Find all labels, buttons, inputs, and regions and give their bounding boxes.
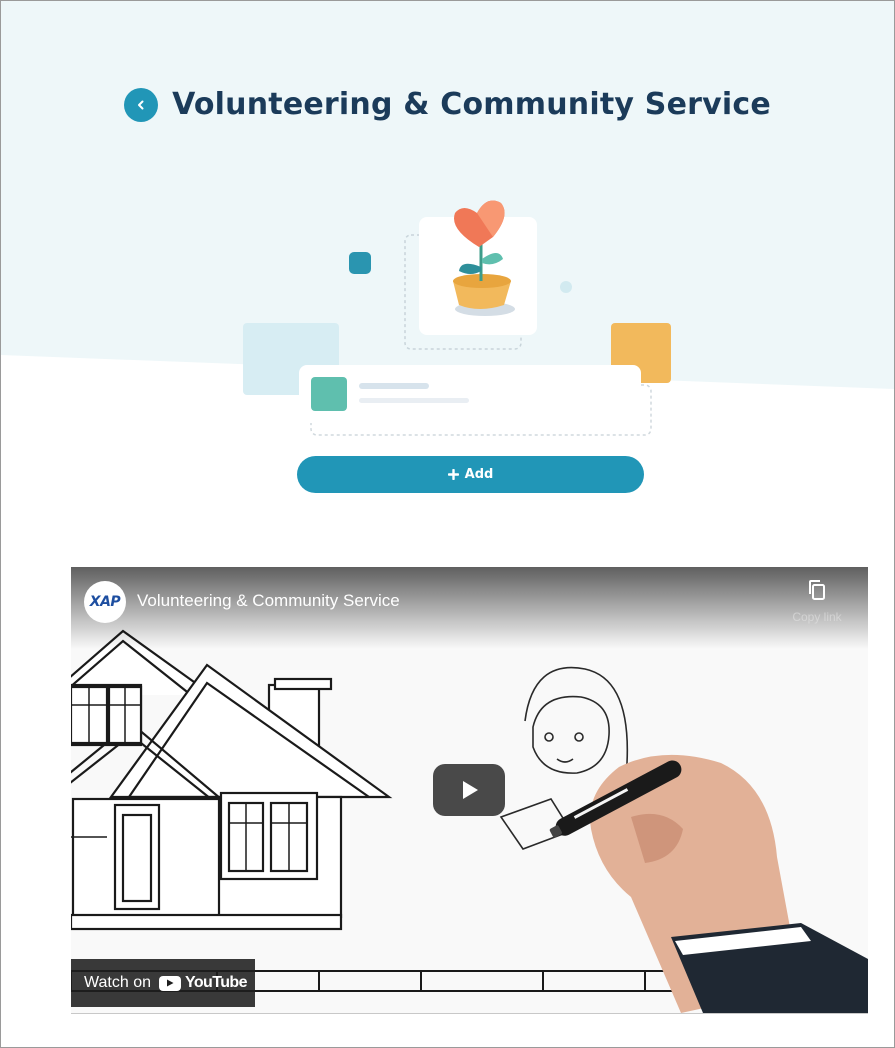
play-icon: [463, 781, 478, 799]
empty-state-illustration: [243, 200, 671, 436]
copy-icon: [809, 580, 825, 600]
copy-link-button[interactable]: Copy link: [777, 579, 857, 624]
youtube-wordmark: YouTube: [185, 974, 247, 991]
plus-icon: [447, 469, 459, 480]
chevron-left-icon: [138, 100, 144, 109]
add-button-label: Add: [464, 467, 494, 482]
youtube-play-icon: [159, 975, 181, 991]
watch-on-youtube-button[interactable]: Watch on YouTube: [71, 959, 255, 1007]
add-button[interactable]: Add: [297, 456, 644, 493]
divider: [71, 1013, 868, 1014]
youtube-logo: YouTube: [159, 974, 247, 992]
watch-on-label: Watch on: [84, 974, 151, 991]
channel-logo[interactable]: XAP: [84, 581, 126, 623]
page-header: Volunteering & Community Service: [1, 87, 894, 122]
video-title[interactable]: Volunteering & Community Service: [137, 591, 400, 611]
channel-logo-text: XAP: [89, 594, 121, 610]
back-button[interactable]: [124, 87, 159, 122]
page-title: Volunteering & Community Service: [172, 87, 771, 122]
play-button[interactable]: [433, 764, 505, 816]
copy-link-label: Copy link: [792, 610, 842, 624]
embedded-video-player[interactable]: XAP Volunteering & Community Service Cop…: [71, 567, 868, 1013]
page-frame: Volunteering & Community Service Add XAP…: [0, 0, 895, 1048]
